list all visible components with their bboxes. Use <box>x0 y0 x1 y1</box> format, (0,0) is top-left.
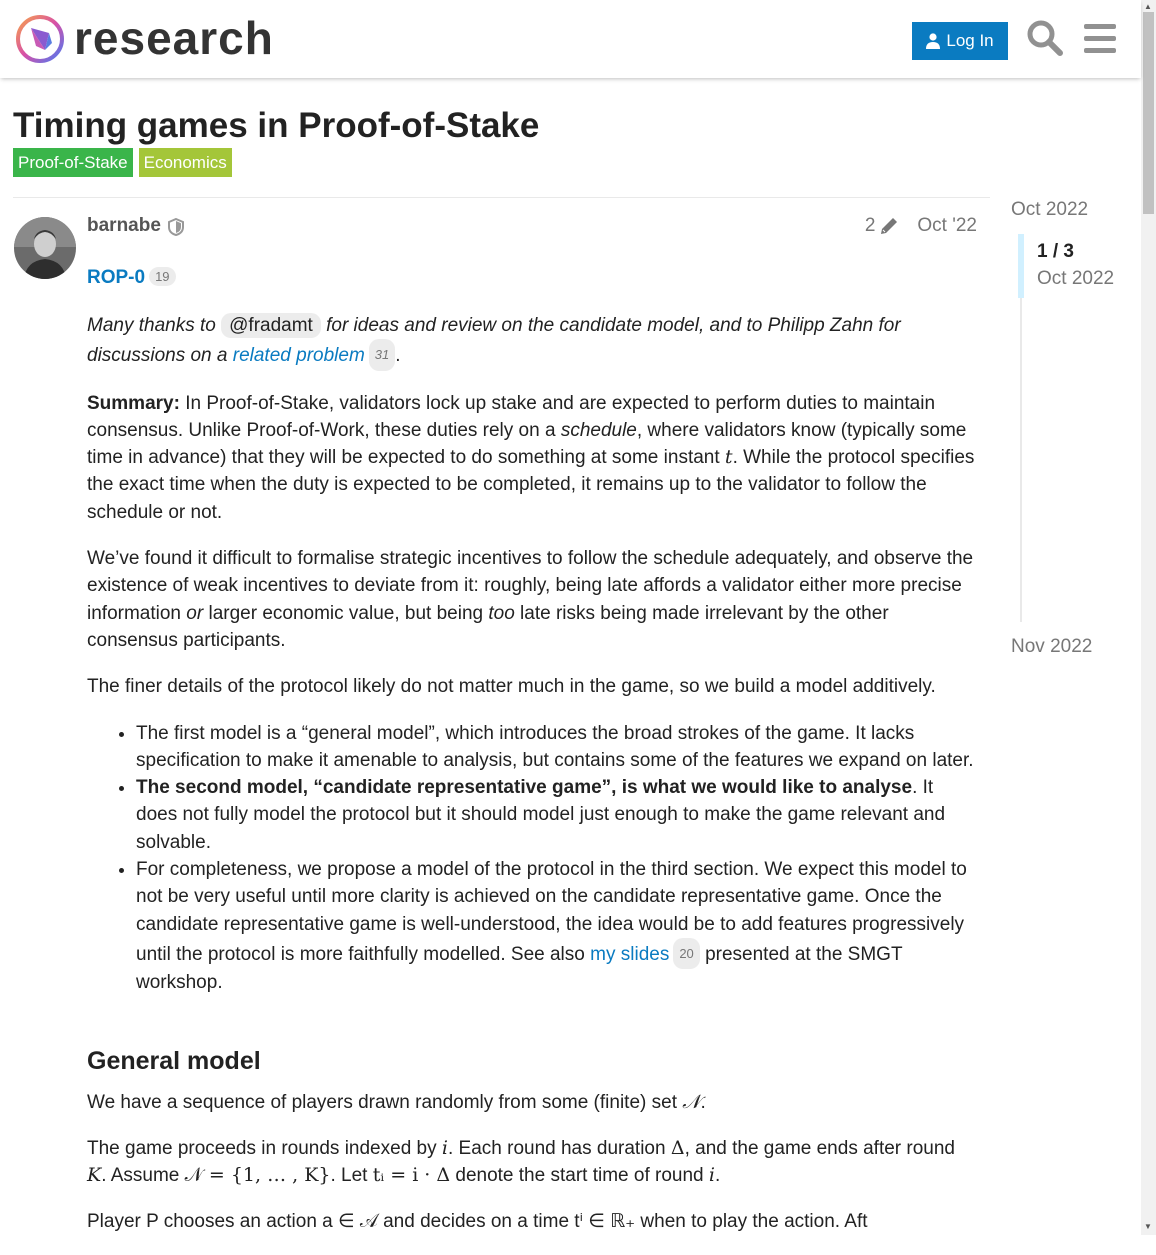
math-var-t: t <box>724 446 733 469</box>
summary-paragraph: Summary: In Proof-of-Stake, validators l… <box>87 390 975 526</box>
gm-text: . Assume <box>101 1165 185 1187</box>
tag-proof-of-stake[interactable]: Proof-of-Stake <box>13 148 133 177</box>
brand-name[interactable]: research <box>74 10 274 66</box>
list-item: The second model, “candidate representat… <box>136 774 975 856</box>
title-divider <box>13 197 990 198</box>
linked-topic-rop0[interactable]: ROP-0 19 <box>87 267 176 289</box>
list-item: The first model is a “general model”, wh… <box>136 720 975 775</box>
my-slides-link[interactable]: my slides <box>590 944 669 965</box>
login-button[interactable]: Log In <box>912 22 1008 60</box>
timeline-end-date[interactable]: Nov 2022 <box>1011 636 1092 658</box>
hamburger-menu-icon[interactable] <box>1081 18 1121 58</box>
gm-text: . Let <box>330 1165 373 1187</box>
general-model-paragraph-1: We have a sequence of players drawn rand… <box>87 1089 975 1116</box>
gm-text: . Each round has duration <box>447 1137 671 1159</box>
math-ti-def: tᵢ = i · Δ <box>372 1164 451 1187</box>
general-model-paragraph-3: Player P chooses an action a ∈ 𝒜 and dec… <box>87 1211 868 1233</box>
timeline-scroll-handle[interactable] <box>1018 234 1024 298</box>
gm-text: The game proceeds in rounds indexed by <box>87 1137 442 1159</box>
thanks-text-3: . <box>395 345 401 367</box>
post-date[interactable]: Oct '22 <box>917 215 977 237</box>
math-set-n: 𝒩 <box>682 1090 701 1113</box>
click-count-badge: 31 <box>368 339 396 371</box>
gm-text: . <box>714 1165 721 1187</box>
post-author-username[interactable]: barnabe <box>87 215 161 237</box>
thanks-text-1: Many thanks to <box>87 315 222 336</box>
tag-economics[interactable]: Economics <box>138 148 232 177</box>
gm-text: , and the game ends after round <box>684 1137 955 1159</box>
gm-text: denote the start time of round <box>450 1165 709 1187</box>
gm-text: . <box>700 1091 706 1113</box>
incentives-em-too: too <box>488 602 515 624</box>
list-item-bold: The second model, “candidate representat… <box>136 777 913 799</box>
section-heading-general-model: General model <box>87 1046 261 1075</box>
timeline-start-date[interactable]: Oct 2022 <box>1011 199 1088 221</box>
model-intro-paragraph: The finer details of the protocol likely… <box>87 676 936 698</box>
gm-text: We have a sequence of players drawn rand… <box>87 1091 683 1113</box>
thanks-paragraph: Many thanks to @fradamt for ideas and re… <box>87 312 975 371</box>
login-label: Log In <box>946 31 994 50</box>
moderator-shield-icon <box>168 217 184 241</box>
general-model-paragraph-2: The game proceeds in rounds indexed by i… <box>87 1135 975 1190</box>
scroll-up-arrow-icon[interactable]: ▲ <box>1144 2 1152 11</box>
topic-tags: Proof-of-Stake Economics <box>13 148 232 177</box>
math-set-def: 𝒩 = {1, … , K} <box>184 1164 331 1187</box>
incentives-text-2: larger economic value, but being <box>203 602 489 624</box>
page-scrollbar[interactable]: ▲ ▼ <box>1141 0 1156 1235</box>
linked-topic-label: ROP-0 <box>87 267 146 288</box>
edit-history-button[interactable]: 2 <box>865 215 900 237</box>
related-problem-link[interactable]: related problem <box>233 345 365 366</box>
scroll-down-arrow-icon[interactable]: ▼ <box>1144 1222 1152 1231</box>
list-item: For completeness, we propose a model of … <box>136 856 975 996</box>
pencil-icon <box>881 218 898 234</box>
summary-label: Summary: <box>87 392 180 414</box>
topic-title[interactable]: Timing games in Proof-of-Stake <box>13 106 539 146</box>
edit-count: 2 <box>864 215 876 236</box>
topic-timeline: Oct 2022 1 / 3 Oct 2022 Nov 2022 <box>1011 196 1141 676</box>
list-item-text: The first model is a “general model”, wh… <box>136 722 974 771</box>
timeline-current-date: Oct 2022 <box>1037 268 1115 289</box>
incentives-em-or: or <box>186 602 204 624</box>
post-meta: 2 Oct '22 <box>865 215 977 237</box>
post-body: Many thanks to @fradamt for ideas and re… <box>87 312 975 1255</box>
site-header: research Log In <box>0 0 1141 78</box>
math-delta: Δ <box>670 1136 685 1159</box>
summary-emphasis: schedule <box>560 419 637 441</box>
math-var-k: K <box>87 1164 102 1187</box>
search-icon[interactable] <box>1025 18 1065 58</box>
user-icon <box>926 33 941 49</box>
click-count-badge: 20 <box>673 937 700 970</box>
avatar[interactable] <box>14 217 76 279</box>
research-logo[interactable] <box>14 13 66 65</box>
click-count-badge: 19 <box>149 267 176 286</box>
model-list: The first model is a “general model”, wh… <box>87 720 975 997</box>
incentives-paragraph: We’ve found it difficult to formalise st… <box>87 545 975 654</box>
timeline-position: 1 / 3 <box>1037 241 1074 262</box>
scrollbar-thumb[interactable] <box>1143 12 1154 214</box>
mention-fradamt[interactable]: @fradamt <box>221 313 321 338</box>
